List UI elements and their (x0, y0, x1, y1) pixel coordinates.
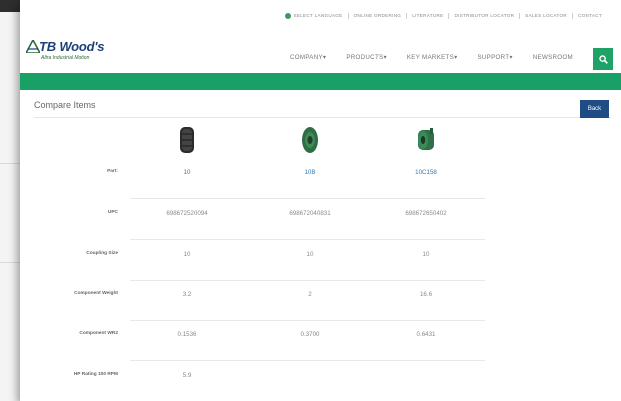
nav-item-products[interactable]: PRODUCTS▾ (336, 54, 397, 61)
background-page-divider (0, 262, 20, 263)
search-icon (598, 54, 608, 64)
back-button[interactable]: Back (580, 100, 609, 118)
sales-locator-link[interactable]: SALES LOCATOR (519, 13, 572, 19)
nav-label: PRODUCTS (346, 54, 384, 61)
select-language-link[interactable]: SELECT LANGUAGE (280, 13, 347, 19)
background-page-divider (0, 163, 20, 164)
coupling-size-value: 10 (183, 251, 191, 258)
nav-label: KEY MARKETS (406, 54, 455, 61)
title-divider (34, 117, 611, 118)
part-link[interactable]: 10B (260, 169, 360, 176)
component-wr2-value: 0.6431 (416, 331, 436, 338)
row-divider (130, 320, 485, 321)
literature-link[interactable]: LITERATURE (406, 13, 448, 19)
nav-item-newsroom[interactable]: NEWSROOM (523, 54, 583, 61)
upc-value: 698672650402 (405, 210, 447, 217)
search-button[interactable] (593, 48, 613, 70)
row-label: Coupling Size (86, 251, 118, 256)
row-divider (130, 198, 485, 199)
background-page-bar (0, 0, 20, 12)
logo-triangle-icon (26, 40, 40, 53)
part-link[interactable]: 10C158 (376, 169, 476, 176)
nav-label: SUPPORT (477, 54, 510, 61)
row-divider (130, 239, 485, 240)
row-label: UPC (107, 210, 118, 215)
coupling-size-value: 10 (306, 251, 314, 258)
site-logo[interactable]: TB Wood's Altra Industrial Motion (26, 38, 136, 64)
row-divider (130, 360, 485, 361)
green-banner (20, 73, 621, 90)
online-ordering-link[interactable]: ONLINE ORDERING (347, 13, 407, 19)
distributor-locator-link[interactable]: DISTRIBUTOR LOCATOR (448, 13, 519, 19)
product-image-10c158[interactable] (415, 124, 437, 156)
nav-label: COMPANY (289, 54, 323, 61)
row-label: Component WR2 (79, 331, 118, 336)
site-header: TB Wood's Altra Industrial Motion COMPAN… (20, 32, 621, 72)
product-image-10[interactable] (176, 124, 198, 156)
component-weight-value: 3.2 (182, 291, 192, 298)
component-wr2-value: 0.3700 (300, 331, 320, 338)
component-weight-value: 16.6 (419, 291, 433, 298)
upc-value: 698672520094 (166, 210, 208, 217)
row-label: Part: (107, 169, 118, 174)
page-title: Compare Items (34, 100, 100, 118)
component-wr2-value: 0.1536 (177, 331, 197, 338)
globe-icon (285, 13, 292, 19)
select-language-label: SELECT LANGUAGE (293, 13, 343, 18)
hp-rating-value: 5.9 (182, 372, 192, 379)
upc-value: 698672040831 (289, 210, 331, 217)
browser-page: SELECT LANGUAGE ONLINE ORDERING LITERATU… (20, 0, 621, 401)
logo-tagline: Altra Industrial Motion (41, 55, 90, 61)
part-link[interactable]: 10 (137, 169, 237, 176)
contact-link[interactable]: CONTACT (572, 13, 607, 19)
nav-item-support[interactable]: SUPPORT▾ (467, 54, 522, 61)
product-image-10b[interactable] (299, 124, 321, 156)
row-label: HP Rating 100 RPM (73, 372, 118, 377)
row-label: Component Weight (74, 291, 118, 296)
nav-item-key-markets[interactable]: KEY MARKETS▾ (397, 54, 468, 61)
row-divider (130, 280, 485, 281)
utility-bar: SELECT LANGUAGE ONLINE ORDERING LITERATU… (20, 0, 621, 32)
component-weight-value: 2 (308, 291, 312, 298)
nav-item-company[interactable]: COMPANY▾ (280, 54, 336, 61)
logo-wordmark: TB Wood's (39, 39, 105, 54)
coupling-size-value: 10 (422, 251, 430, 258)
main-nav: COMPANY▾ PRODUCTS▾ KEY MARKETS▾ SUPPORT▾… (280, 54, 583, 61)
